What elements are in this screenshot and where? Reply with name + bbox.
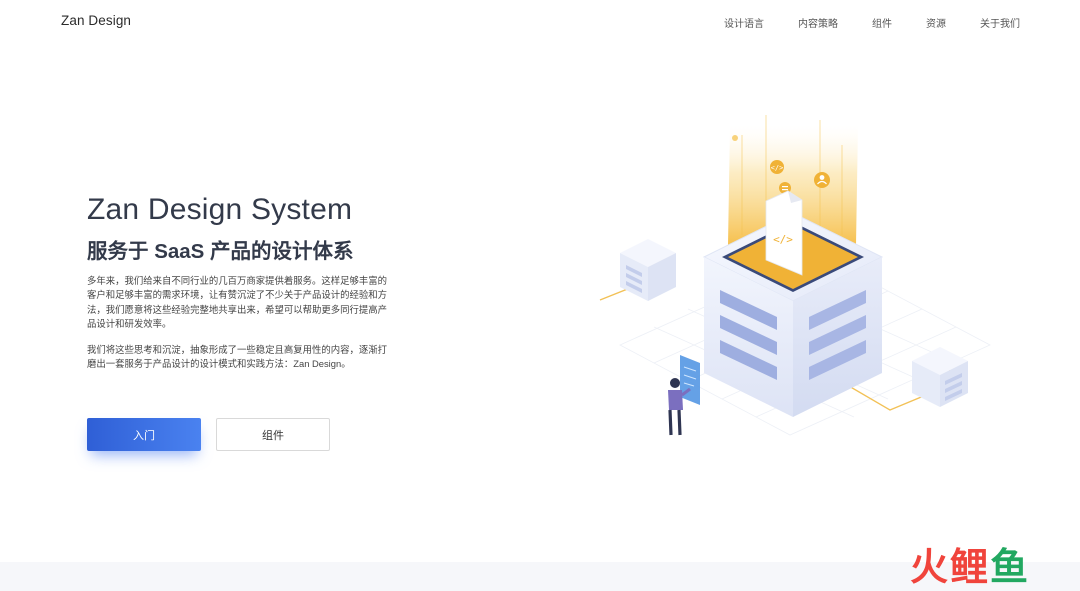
main-menu: 设计语言 内容策略 组件 资源 关于我们 [690,15,1020,30]
svg-text:</>: </> [773,233,793,246]
watermark-char-3: 鱼 [990,545,1029,589]
person-with-dashboard [668,355,700,436]
nav-item-design-language[interactable]: 设计语言 [724,15,764,30]
user-bubble-icon [814,172,830,188]
components-button[interactable]: 组件 [216,418,330,451]
hero-paragraph-2: 我们将这些思考和沉淀，抽象形成了一些稳定且高复用性的内容，逐渐打磨出一套服务于产… [87,344,388,370]
hero-paragraph-1: 多年来，我们给来自不同行业的几百万商家提供着服务。这样足够丰富的客户和足够丰富的… [87,275,388,329]
watermark-char-1: 火 [910,545,949,589]
code-bubble-icon: </> [770,160,784,174]
hero-illustration: </> </> [599,115,991,436]
nav-item-resources[interactable]: 资源 [926,15,946,30]
get-started-button[interactable]: 入门 [87,418,201,451]
brand-logo-text[interactable]: Zan Design [61,13,131,28]
watermark-logo: 火 鲤 鱼 [910,545,1028,589]
hero-title: Zan Design System [87,193,353,226]
code-document-icon: </> [765,190,803,276]
top-navbar: Zan Design 设计语言 内容策略 组件 资源 关于我们 [0,0,1080,44]
nav-item-components[interactable]: 组件 [872,15,892,30]
small-server-cube-left [620,239,676,301]
svg-text:</>: </> [771,164,784,172]
nav-item-about-us[interactable]: 关于我们 [980,15,1020,30]
user-bubble-icon-2 [732,135,738,141]
nav-item-content-strategy[interactable]: 内容策略 [798,15,838,30]
hero-subtitle: 服务于 SaaS 产品的设计体系 [87,240,354,263]
watermark-char-2: 鲤 [950,545,989,589]
